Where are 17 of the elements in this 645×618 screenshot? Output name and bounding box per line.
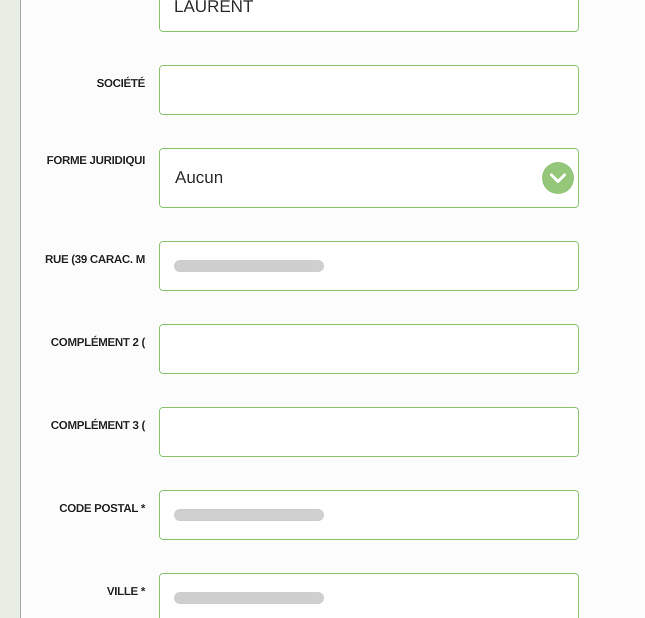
input-field[interactable] bbox=[159, 324, 579, 374]
field-label: COMPLÉMENT 3 ( bbox=[50, 420, 145, 432]
input-field[interactable] bbox=[159, 407, 579, 457]
field-label: SOCIÉTÉ bbox=[96, 78, 145, 90]
input-field[interactable] bbox=[159, 65, 579, 115]
dropdown-field[interactable]: Aucun bbox=[159, 148, 579, 208]
field-label: COMPLÉMENT 2 ( bbox=[50, 337, 145, 349]
chevron-down-icon bbox=[542, 162, 574, 194]
input-field[interactable] bbox=[159, 490, 579, 540]
dropdown-value: Aucun bbox=[175, 168, 224, 188]
input-field[interactable]: LAURENT bbox=[159, 0, 579, 32]
input-field[interactable] bbox=[159, 241, 579, 291]
field-label: RUE (39 CARAC. M bbox=[45, 254, 145, 266]
input-field[interactable] bbox=[159, 573, 579, 618]
field-label: VILLE * bbox=[106, 586, 145, 598]
field-label: FORME JURIDIQUI bbox=[46, 155, 145, 167]
field-label: CODE POSTAL * bbox=[59, 503, 145, 515]
